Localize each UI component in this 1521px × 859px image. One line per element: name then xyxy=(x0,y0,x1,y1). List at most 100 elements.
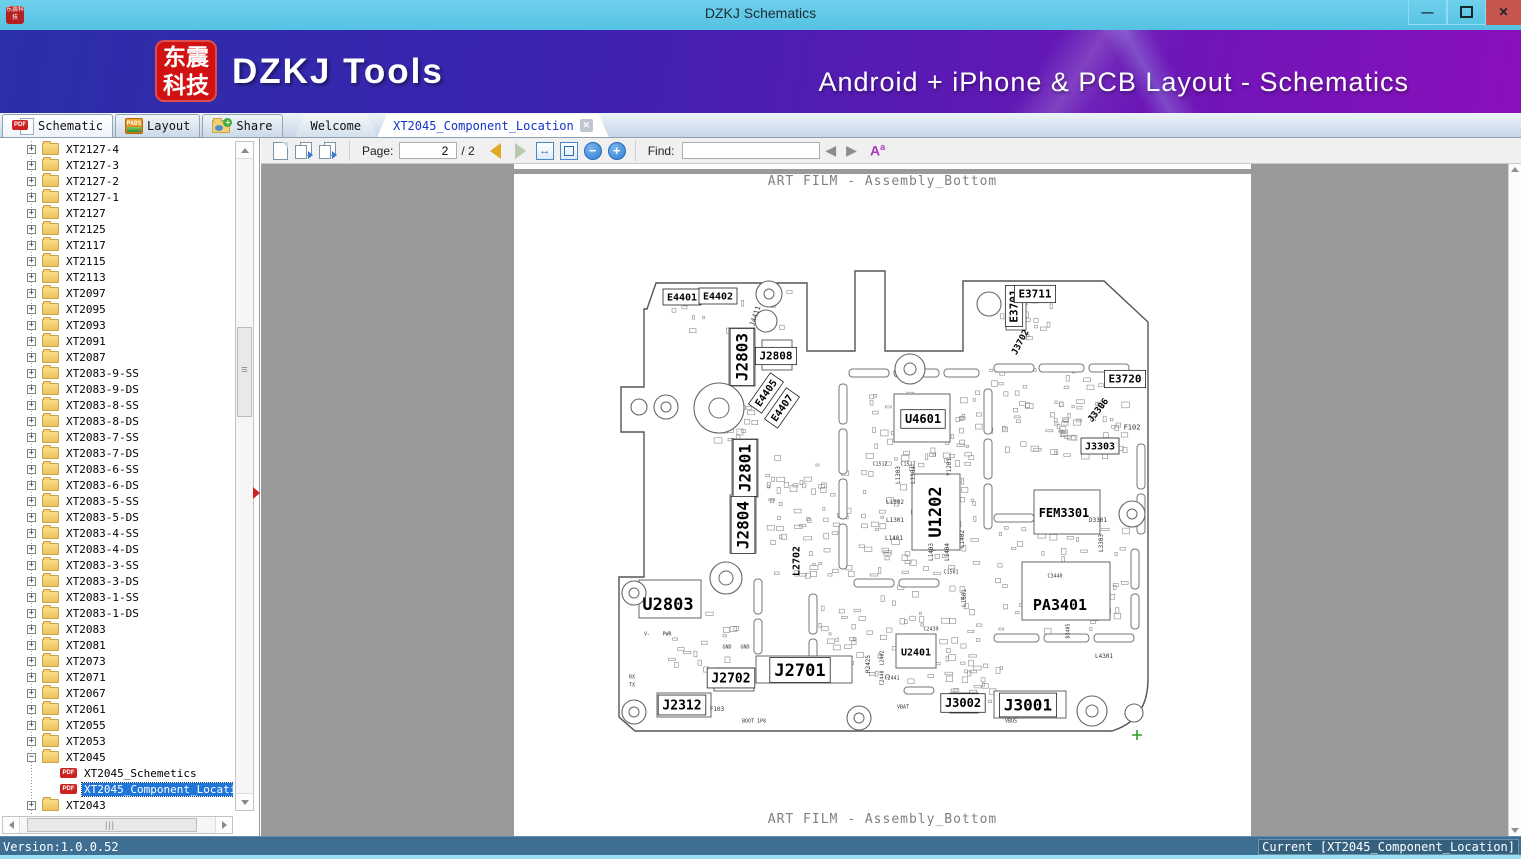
doc-tab-component-location[interactable]: XT2045_Component_Location ✕ xyxy=(377,114,609,137)
tree-item-XT2045_Schemetics[interactable]: PDF XT2045_Schemetics xyxy=(0,765,233,781)
expand-icon[interactable]: + xyxy=(27,416,36,426)
expand-icon[interactable]: + xyxy=(27,320,36,330)
expand-icon[interactable]: + xyxy=(27,240,36,250)
minimize-button[interactable]: — xyxy=(1408,0,1447,25)
tree-item-XT2045_Component_Location[interactable]: PDF XT2045_Component_Location xyxy=(0,781,233,797)
single-page-icon[interactable] xyxy=(273,141,288,160)
tree-item-XT2073[interactable]: + XT2073 xyxy=(0,653,233,669)
tree-item-XT2083-4-SS[interactable]: + XT2083-4-SS xyxy=(0,525,233,541)
scroll-left-icon[interactable] xyxy=(3,817,20,833)
expand-icon[interactable]: + xyxy=(27,208,36,218)
collapse-icon[interactable]: − xyxy=(27,752,36,762)
tree-item-XT2083-1-DS[interactable]: + XT2083-1-DS xyxy=(0,605,233,621)
find-input[interactable] xyxy=(682,142,821,159)
tree-item-XT2061[interactable]: + XT2061 xyxy=(0,701,233,717)
expand-icon[interactable]: + xyxy=(27,336,36,346)
tree-item-XT2081[interactable]: + XT2081 xyxy=(0,637,233,653)
tree-item-XT2127-1[interactable]: + XT2127-1 xyxy=(0,189,233,205)
next-page-icon[interactable] xyxy=(514,142,526,159)
tree-item-XT2045[interactable]: − XT2045 xyxy=(0,749,233,765)
tab-layout[interactable]: PADS Layout xyxy=(115,114,201,137)
tree-item-XT2083-7-SS[interactable]: + XT2083-7-SS xyxy=(0,429,233,445)
tree-item-XT2127-3[interactable]: + XT2127-3 xyxy=(0,157,233,173)
maximize-button[interactable] xyxy=(1447,0,1486,25)
expand-icon[interactable]: + xyxy=(27,704,36,714)
fit-width-icon[interactable]: ↔ xyxy=(535,141,554,160)
expand-icon[interactable]: + xyxy=(27,144,36,154)
close-button[interactable]: ✕ xyxy=(1486,0,1521,25)
expand-icon[interactable]: + xyxy=(27,720,36,730)
tree-item-XT2097[interactable]: + XT2097 xyxy=(0,285,233,301)
expand-icon[interactable]: + xyxy=(27,576,36,586)
expand-icon[interactable]: + xyxy=(27,640,36,650)
expand-icon[interactable]: + xyxy=(27,480,36,490)
tree-item-XT2067[interactable]: + XT2067 xyxy=(0,685,233,701)
tree-item-XT2115[interactable]: + XT2115 xyxy=(0,253,233,269)
tree-item-XT2083-8-SS[interactable]: + XT2083-8-SS xyxy=(0,397,233,413)
tree-item-XT2083-3-DS[interactable]: + XT2083-3-DS xyxy=(0,573,233,589)
pdf-viewer[interactable]: ART FILM - Assembly_Bottom E4401 E4402 J44… xyxy=(261,164,1521,836)
expand-icon[interactable]: + xyxy=(27,800,36,810)
facing-pages-icon[interactable] xyxy=(295,142,313,159)
tree-item-XT2071[interactable]: + XT2071 xyxy=(0,669,233,685)
tree-item-XT2083-6-DS[interactable]: + XT2083-6-DS xyxy=(0,477,233,493)
tab-share[interactable]: + Share xyxy=(202,114,283,137)
page-number-input[interactable] xyxy=(399,142,458,159)
tree-item-XT2127-2[interactable]: + XT2127-2 xyxy=(0,173,233,189)
expand-icon[interactable]: + xyxy=(27,528,36,538)
expand-icon[interactable]: + xyxy=(27,736,36,746)
expand-icon[interactable]: + xyxy=(27,560,36,570)
scroll-up-icon[interactable] xyxy=(236,142,253,159)
continuous-pages-icon[interactable] xyxy=(319,142,337,159)
expand-icon[interactable]: + xyxy=(27,352,36,362)
expand-icon[interactable]: + xyxy=(27,512,36,522)
sidebar-hscroll-thumb[interactable] xyxy=(27,818,197,832)
scroll-right-icon[interactable] xyxy=(215,817,232,833)
tree-item-XT2127[interactable]: + XT2127 xyxy=(0,205,233,221)
sidebar-vertical-scrollbar[interactable] xyxy=(235,141,254,811)
expand-icon[interactable]: + xyxy=(27,224,36,234)
expand-icon[interactable]: + xyxy=(27,608,36,618)
tree-item-XT2087[interactable]: + XT2087 xyxy=(0,349,233,365)
tree-item-XT2083-5-SS[interactable]: + XT2083-5-SS xyxy=(0,493,233,509)
tree-item-XT2053[interactable]: + XT2053 xyxy=(0,733,233,749)
expand-icon[interactable]: + xyxy=(27,464,36,474)
expand-icon[interactable]: + xyxy=(27,672,36,682)
tab-schematic[interactable]: PDF Schematic xyxy=(2,114,114,137)
tree-item-XT2095[interactable]: + XT2095 xyxy=(0,301,233,317)
tree-item-XT2127-4[interactable]: + XT2127-4 xyxy=(0,141,233,157)
tree-item-XT2113[interactable]: + XT2113 xyxy=(0,269,233,285)
splitter-collapse-arrow[interactable] xyxy=(253,487,260,499)
expand-icon[interactable]: + xyxy=(27,544,36,554)
tree-item-XT2083-4-DS[interactable]: + XT2083-4-DS xyxy=(0,541,233,557)
zoom-out-icon[interactable]: − xyxy=(583,141,602,160)
viewer-scroll-up-icon[interactable] xyxy=(1511,167,1519,172)
sidebar-tree[interactable]: + XT2127-4 + XT2127-3 + XT2127-2 + XT2127-1 + XT2… xyxy=(0,141,233,814)
viewer-scroll-down-icon[interactable] xyxy=(1511,828,1519,833)
sidebar-horizontal-scrollbar[interactable] xyxy=(2,816,233,834)
expand-icon[interactable]: + xyxy=(27,624,36,634)
close-tab-icon[interactable]: ✕ xyxy=(580,119,593,132)
expand-icon[interactable]: + xyxy=(27,288,36,298)
tree-item-XT2043[interactable]: + XT2043 xyxy=(0,797,233,813)
expand-icon[interactable]: + xyxy=(27,176,36,186)
tree-item-XT2093[interactable]: + XT2093 xyxy=(0,317,233,333)
expand-icon[interactable]: + xyxy=(27,496,36,506)
tree-item-XT2125[interactable]: + XT2125 xyxy=(0,221,233,237)
find-previous-icon[interactable]: ◀ xyxy=(825,142,836,159)
expand-icon[interactable]: + xyxy=(27,368,36,378)
tree-item-XT2117[interactable]: + XT2117 xyxy=(0,237,233,253)
zoom-in-icon[interactable]: + xyxy=(607,141,626,160)
tree-item-XT2091[interactable]: + XT2091 xyxy=(0,333,233,349)
expand-icon[interactable]: + xyxy=(27,448,36,458)
tree-item-XT2083-6-SS[interactable]: + XT2083-6-SS xyxy=(0,461,233,477)
expand-icon[interactable]: + xyxy=(27,256,36,266)
fit-page-icon[interactable] xyxy=(559,141,578,160)
tree-item-XT2083-9-SS[interactable]: + XT2083-9-SS xyxy=(0,365,233,381)
tree-item-XT2083-1-SS[interactable]: + XT2083-1-SS xyxy=(0,589,233,605)
viewer-vertical-scrollbar[interactable] xyxy=(1508,164,1521,836)
titlebar[interactable]: 东震科技 DZKJ Schematics — ✕ xyxy=(0,0,1521,30)
expand-icon[interactable]: + xyxy=(27,432,36,442)
expand-icon[interactable]: + xyxy=(27,656,36,666)
previous-page-icon[interactable] xyxy=(489,142,501,159)
